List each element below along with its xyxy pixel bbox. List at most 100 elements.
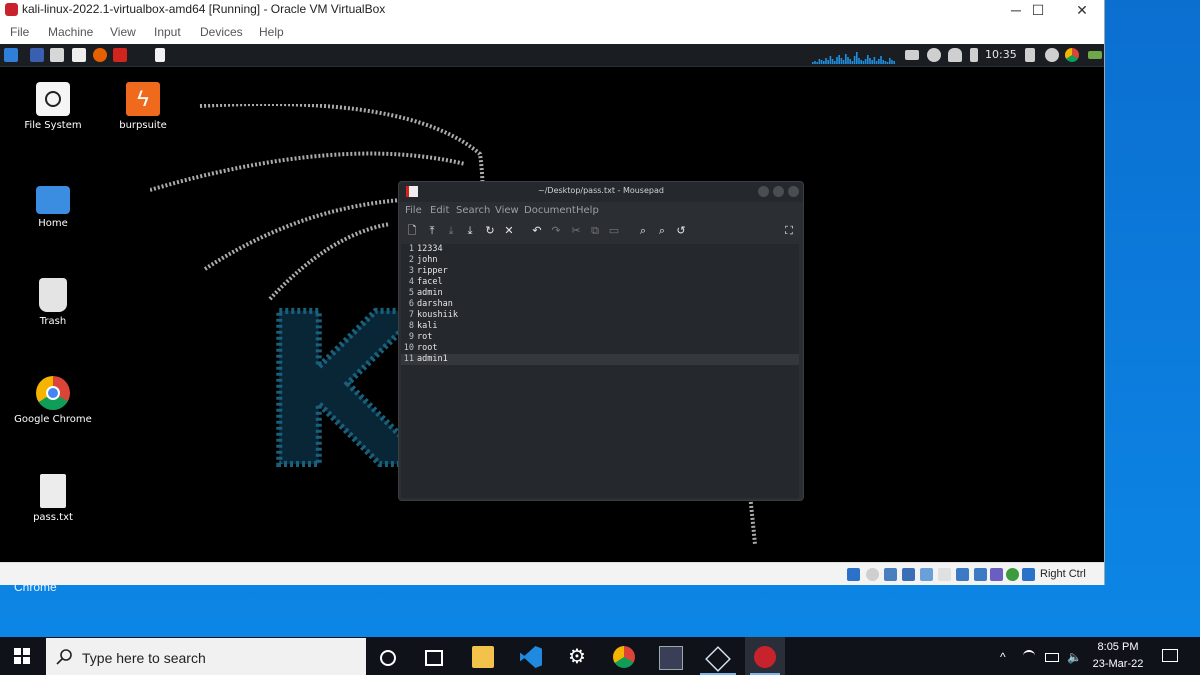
cortana-icon[interactable] (380, 650, 396, 666)
taskbar-time[interactable]: 8:05 PM (1093, 641, 1143, 653)
chrome-icon[interactable] (613, 646, 635, 668)
volume-icon[interactable]: 🔈 (1067, 650, 1082, 664)
minimize-button[interactable] (758, 186, 769, 197)
usb-icon[interactable] (920, 568, 933, 581)
battery-icon[interactable] (970, 48, 978, 62)
reload-icon[interactable]: ↻ (483, 224, 497, 238)
battery-icon[interactable] (1045, 653, 1059, 662)
desktop-icon-trash[interactable]: Trash (8, 278, 98, 327)
window-title: kali-linux-2022.1-virtualbox-amd64 [Runn… (22, 2, 386, 16)
virtualbox-app-icon (5, 3, 18, 16)
firefox-icon[interactable] (93, 48, 107, 62)
terminal-icon[interactable] (72, 48, 86, 62)
keyboard-capture-icon[interactable] (1022, 568, 1035, 581)
cpu-graph-bar (878, 59, 880, 64)
editor-line: 5 admin (408, 288, 443, 298)
go-to-line-icon[interactable]: ↺ (674, 224, 688, 238)
vbox-titlebar[interactable]: kali-linux-2022.1-virtualbox-amd64 [Runn… (0, 0, 1104, 20)
notification-center-icon[interactable] (1162, 649, 1178, 662)
menu-help[interactable]: Help (576, 205, 599, 216)
undo-icon[interactable]: ↶ (530, 224, 544, 238)
display-icon[interactable] (905, 50, 919, 60)
guest-screen[interactable]: 10:35 KALI File System (0, 44, 1104, 562)
menu-input[interactable]: Input (154, 25, 181, 39)
cpu-graph-bar (869, 58, 871, 64)
chrome-icon[interactable] (1065, 48, 1079, 62)
text-editor[interactable]: 1 12334 2 john 3 ripper 4 facel 5 admin 6 dars… (401, 244, 799, 498)
file-explorer-icon[interactable] (472, 646, 494, 668)
network-icon[interactable] (1088, 51, 1102, 59)
windows-start-icon[interactable] (14, 648, 30, 664)
chevron-up-icon[interactable]: ^ (1000, 650, 1006, 664)
editor-line: 7 koushiik (408, 310, 458, 320)
show-desktop-icon[interactable] (30, 48, 44, 62)
mouse-integration-icon[interactable] (1006, 568, 1019, 581)
cut-icon[interactable]: ✂ (569, 224, 583, 238)
editor-line: 6 darshan (408, 299, 453, 309)
menu-machine[interactable]: Machine (48, 25, 93, 39)
paste-icon[interactable]: ▭ (607, 224, 621, 238)
menu-view[interactable]: View (110, 25, 136, 39)
close-button[interactable]: ✕ (1060, 0, 1104, 20)
desktop-icon-pass-txt[interactable]: pass.txt (8, 474, 98, 523)
audio-icon[interactable] (884, 568, 897, 581)
save-as-icon[interactable]: ⤓ (463, 224, 477, 238)
cpu-graph-bar (812, 62, 814, 64)
menu-search[interactable]: Search (456, 205, 490, 216)
close-button[interactable] (788, 186, 799, 197)
close-document-icon[interactable]: ✕ (502, 224, 516, 238)
terminal-root-icon[interactable] (113, 48, 127, 62)
taskbar-date[interactable]: 23-Mar-22 (1089, 658, 1147, 670)
cpu-graph-bar (884, 61, 887, 64)
fullscreen-icon[interactable]: ⛶ (782, 224, 796, 238)
network-adapter-icon[interactable] (902, 568, 915, 581)
optical-drive-icon[interactable] (866, 568, 879, 581)
volume-icon[interactable] (927, 48, 941, 62)
mousepad-titlebar[interactable]: ~/Desktop/pass.txt - Mousepad (399, 182, 803, 202)
kali-menu-icon[interactable] (4, 48, 18, 62)
desktop-icon-google-chrome[interactable]: Google Chrome (8, 376, 98, 425)
notification-bell-icon[interactable] (948, 48, 962, 62)
virtualization-icon[interactable] (990, 568, 1003, 581)
shared-folders-icon[interactable] (938, 568, 951, 581)
task-view-icon[interactable] (425, 650, 443, 666)
logout-icon[interactable] (1045, 48, 1059, 62)
redo-icon[interactable]: ↷ (549, 224, 563, 238)
cpu-graph-bar (838, 55, 840, 64)
editor-line: 2 john (408, 255, 438, 265)
new-document-icon[interactable]: 🗋 (405, 224, 419, 238)
desktop-icon-burpsuite[interactable]: ϟ burpsuite (98, 82, 188, 131)
menu-devices[interactable]: Devices (200, 25, 243, 39)
menu-edit[interactable]: Edit (430, 205, 449, 216)
menu-view[interactable]: View (495, 205, 519, 216)
display-icon[interactable] (956, 568, 969, 581)
cpu-graph-bar (882, 60, 884, 64)
menu-file[interactable]: File (405, 205, 422, 216)
kali-vm-icon[interactable] (754, 646, 776, 668)
cpu-graph-bar (825, 58, 827, 64)
maximize-button[interactable]: ☐ (1016, 0, 1060, 20)
maximize-button[interactable] (773, 186, 784, 197)
terminal-app-icon[interactable] (659, 646, 683, 670)
copy-icon[interactable]: ⧉ (588, 224, 602, 238)
desktop-icon-label: burpsuite (119, 120, 167, 131)
desktop-icon-home[interactable]: Home (8, 182, 98, 229)
recording-icon[interactable] (974, 568, 987, 581)
panel-clock[interactable]: 10:35 (985, 48, 1017, 61)
menu-document[interactable]: Document (524, 205, 576, 216)
file-manager-icon[interactable] (50, 48, 64, 62)
open-file-icon[interactable]: ⤒ (425, 224, 439, 238)
find-icon[interactable]: ⌕ (636, 224, 650, 238)
mousepad-task-icon[interactable] (155, 48, 165, 62)
lock-icon[interactable] (1025, 48, 1035, 62)
menu-help[interactable]: Help (259, 25, 284, 39)
cpu-graph-bar (827, 60, 829, 64)
save-icon[interactable]: ⤓ (444, 224, 458, 238)
settings-gear-icon[interactable]: ⚙ (566, 646, 588, 668)
desktop-icon-file-system[interactable]: File System (8, 82, 98, 131)
menu-file[interactable]: File (10, 25, 29, 39)
find-replace-icon[interactable]: ⌕ (655, 224, 669, 238)
editor-line-current: 11 admin1 (401, 354, 799, 365)
hard-disk-icon[interactable] (847, 568, 860, 581)
wifi-icon[interactable] (1023, 650, 1035, 662)
